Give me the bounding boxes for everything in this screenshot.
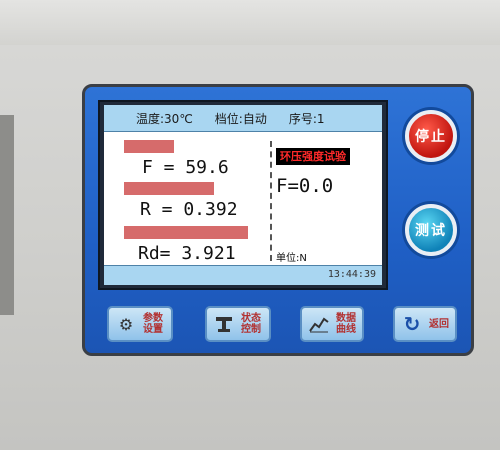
data-label-1: 数据 [336,313,356,324]
control-icon [213,313,235,335]
stop-button[interactable]: 停止 [405,110,457,162]
reading-label-2 [124,182,214,195]
return-label: 返回 [429,318,449,330]
data-curve-button[interactable]: 数据 曲线 [300,306,364,342]
params-label-2: 设置 [143,324,163,335]
test-title: 环压强度试验 [276,148,350,165]
live-force-value: F=0.0 [276,175,334,197]
unit-label: 单位:N [276,253,307,264]
side-bracket [0,115,14,315]
test-button-label: 测试 [415,223,447,239]
return-button[interactable]: ↻ 返回 [393,306,457,342]
status-label-2: 控制 [241,324,261,335]
reading-label-1 [124,140,174,153]
status-label-1: 状态 [241,313,261,324]
strength-reading: R = 0.392 [140,199,238,220]
stop-button-label: 停止 [415,129,447,145]
gear-readout: 档位:自动 [214,111,267,126]
status-control-button[interactable]: 状态 控制 [205,306,271,342]
test-button[interactable]: 测试 [405,204,457,256]
gear-icon: ⚙ [118,314,134,334]
lcd-screen: 温度:30℃ 档位:自动 序号:1 F = 59.6 R = 0.392 Rd=… [104,105,382,285]
background-top [0,0,500,45]
data-label-2: 曲线 [336,324,356,335]
status-footer: 13:44:39 [104,265,382,285]
sequence-readout: 序号:1 [288,111,325,126]
reading-label-3 [124,226,248,239]
status-header: 温度:30℃ 档位:自动 序号:1 [104,105,382,132]
params-label-1: 参数 [143,313,163,324]
return-icon: ↻ [403,312,421,336]
index-reading: Rd= 3.921 [138,243,236,264]
clock: 13:44:39 [327,269,376,280]
force-reading: F = 59.6 [142,157,229,178]
chart-icon [308,313,330,335]
params-setup-button[interactable]: ⚙ 参数 设置 [107,306,173,342]
screen-divider [270,141,272,261]
temperature-readout: 温度:30℃ [136,111,193,126]
